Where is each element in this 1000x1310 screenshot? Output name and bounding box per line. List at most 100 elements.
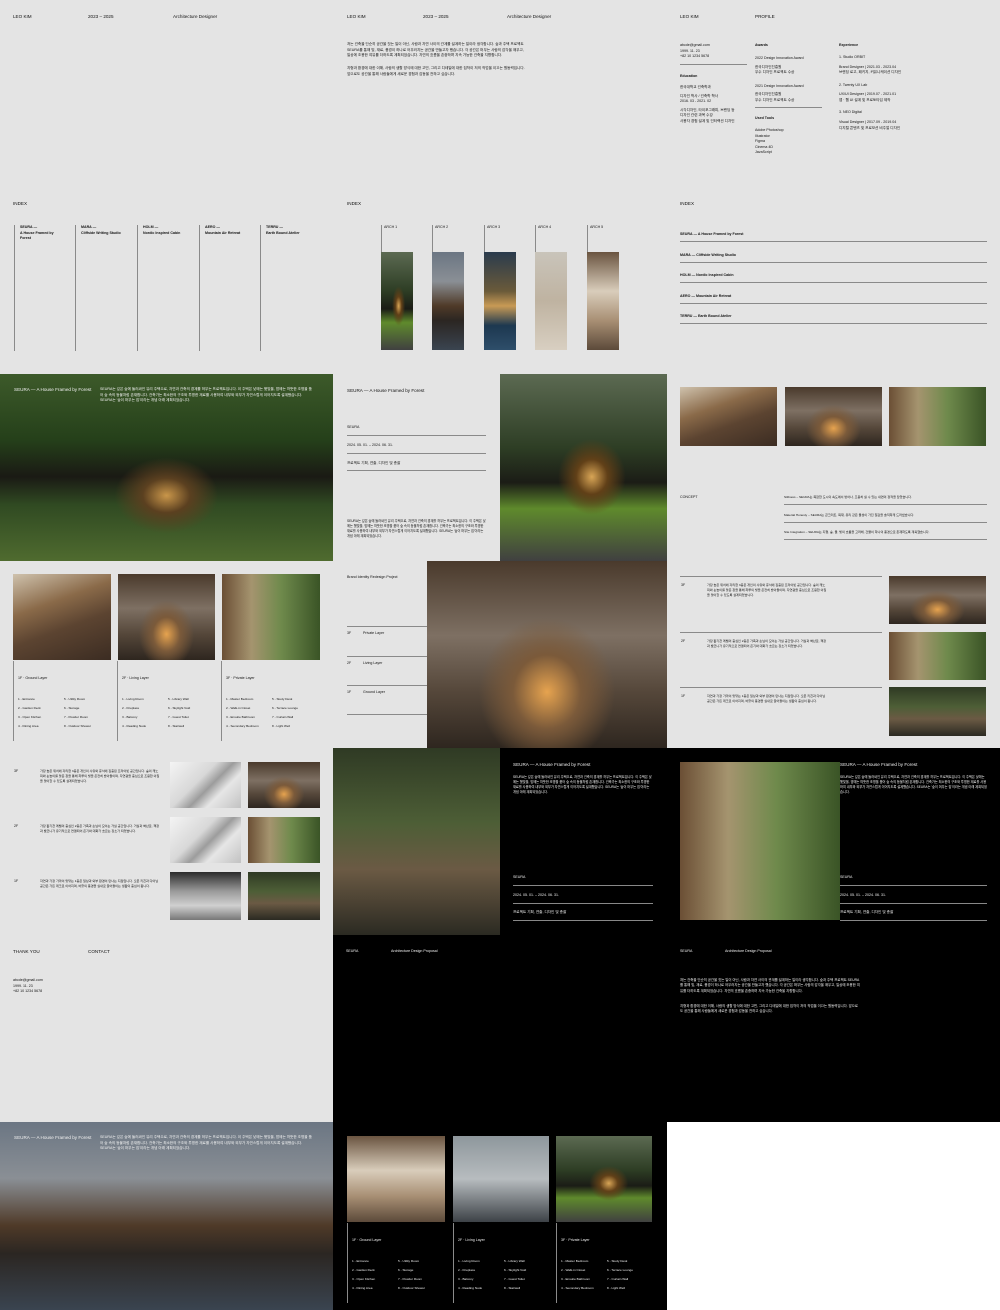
arch-thumbnail[interactable] [432,252,464,350]
index-list-item[interactable]: HOLM — Nordic Inspired Cabin [680,273,734,279]
room-item: 5 - Library Wall [504,1259,525,1263]
designer-name: LEO KIM [13,14,32,19]
thank-you-heading: THANK YOU [13,949,40,954]
index-project-1[interactable]: MARA — Cliffside Writing Studio [81,225,126,236]
room-item: 2 - Fireplace [122,706,140,710]
arch-label: ARCH 5 [590,225,604,229]
index-list-item[interactable]: TERRU — Earth Bound Atelier [680,314,732,320]
intro-paragraph: 지형과 환경에 대한 이해, 사람의 생활 방식에 대한 고민, 그리고 디테일… [680,1004,858,1014]
floor-divider [556,1223,557,1303]
index-project-3[interactable]: AERO — Mountain Air Retreat [205,225,250,236]
fireplace-image [785,387,882,446]
desk-image [248,872,320,920]
concept-divider [784,521,987,523]
layer-row-2[interactable]: 1F Ground Layer [347,690,427,696]
award-desc: 우수 디자인 프로젝트 수상 [755,97,795,102]
project-title: SEURA — A House Framed by Forest [347,388,425,393]
layer-name: Private Layer [363,631,385,635]
floor-label: 3F · Private Layer [561,1238,590,1242]
index-divider [137,225,138,351]
room-item: 8 - Light Well [607,1286,625,1290]
project-title: Earth Bound Atelier [266,230,300,235]
layer-divider [347,714,427,715]
index-list-item[interactable]: SEURA — A House Framed by Forest [680,232,744,238]
index-project-4[interactable]: TERRU — Earth Bound Atelier [266,225,311,236]
index-list-item[interactable]: AERO — Mountain Air Retreat [680,294,731,300]
contact-line: abcde@gmail.com [680,43,710,47]
contact-list: abcde@gmail.com 1999. 11. 23 +82 10 1234 5… [13,978,43,995]
room-item: 3 - Open Kitchen [18,715,42,719]
dining-glass-image [680,762,840,920]
layer-row-0[interactable]: 3F Private Layer [347,631,427,637]
room-item: 4 - Reading Nook [122,724,147,728]
index-list-item[interactable]: MARA — Cliffside Writing Studio [680,253,736,259]
room-item: 3 - Ensuite Bathroom [226,715,256,719]
intro-slide: LEO KIM 2023 – 2025 Architecture Designe… [333,0,667,187]
room-item: 2 - Fireplace [458,1268,476,1272]
room-item: 4 - Dining Area [18,724,39,728]
profile-title: PROFILE [755,14,775,19]
arch-thumbnail[interactable] [535,252,567,350]
arch-label: ARCH 4 [538,225,552,229]
arch-thumbnail[interactable] [381,252,413,350]
room-item: 6 - Terrace Lounge [272,706,298,710]
index-project-2[interactable]: HOLM — Nordic Inspired Cabin [143,225,188,236]
room-item: 5 - Utility Room [398,1259,420,1263]
project-title: SEURA — A House Framed by Forest [840,762,918,767]
experience-company: 1. Studio ORBIT [839,55,866,59]
layers-slide: Brand Identity Redesign Project 3F Privat… [333,561,667,748]
project-title: SEURA — A House Framed by Forest [513,762,591,767]
project-title: Mountain Air Retreat [205,230,241,235]
layer-name: Ground Layer [363,690,385,694]
education-line: 사용자 경험 설계 및 인터랙션 디자인 [680,118,735,123]
floor-plan-slide: 1F · Ground Layer 1 - Entrance 2 - Garden … [0,561,333,748]
room-item: 6 - Skylight Void [504,1268,527,1272]
arch-thumbnail[interactable] [587,252,619,350]
glass-house-image [500,374,667,561]
detail-text: 가장 활기찬 레벨의 중심인 2층은 가족과 손님이 모이는 거실 공간입니다.… [40,824,160,833]
layer-floor: 2F [347,660,352,665]
layer-row-1[interactable]: 2F Living Layer [347,661,427,667]
index-list-divider [680,261,987,263]
experience-list: 1. Studio ORBIT Brand Designer | 2021.03 … [839,55,949,131]
shadow-image [170,762,241,808]
proposal-title: Architecture Design Proposal [725,949,772,953]
floor-details-slide: 3F 가장 높은 위치에 자리한 3층은 개인의 사유와 휴식에 집중된 프라이빗… [667,561,1000,748]
panel-title: Brand Identity Redesign Project [347,575,398,579]
index-label: INDEX [13,201,28,206]
index-divider [75,225,76,351]
experience-desc: 브랜딩 로고, 패키지, 커뮤니케이션 디자인 [839,70,902,75]
concept-item: Site Integration – SEURA는 지형, 숲, 물, 빛의 흐… [784,530,930,534]
arch-thumbnail[interactable] [484,252,516,350]
concept-item: Stillness – SEURA는 복잡한 도시의 속도에서 벗어나, 조용히… [784,495,912,499]
concept-label: CONCEPT [680,495,698,499]
detail-text: 자연과 가장 가까이 맞닿는 1층은 일상과 외부 환경이 만나는 지점입니다.… [40,879,159,888]
index-divider [199,225,200,351]
detail-divider [680,576,882,577]
room-item: 1 - Living Room [122,697,144,701]
floor-label: 1F · Ground Layer [352,1238,382,1242]
private-floor-image [222,574,320,660]
room-item: 4 - Dining Area [352,1286,373,1290]
floor-divider [347,1223,348,1303]
proposal-code: SEURA [346,949,359,953]
award-name: 2021 Design Innovation Award [755,83,804,88]
intro-paragraph: 저는 건축을 단순히 공간을 짓는 일이 아닌, 사람과 자연 사이의 관계를 … [680,978,860,993]
project-title: Cliffside Writing Studio [81,230,121,235]
project-name: SEURA [347,425,360,429]
floor-divider [221,661,222,741]
room-item: 2 - Garden Deck [18,706,41,710]
fireplace-image [248,762,320,808]
index-project-0[interactable]: SEURA — A House Framed by Forest [20,225,65,242]
room-item: 6 - Skylight Void [168,706,191,710]
index-list-divider [680,241,987,242]
desk-window-image [333,748,500,935]
room-item: 1 - Living Room [458,1259,480,1263]
experience-desc: 앱 · 웹 UI 설계 및 프로토타입 제작 [839,97,891,102]
layer-floor: 3F [347,631,352,635]
project-scope: 프로젝트 기획, 연출, 디자인 및 총괄 [840,910,894,914]
layer-divider [347,685,427,686]
index-label: INDEX [680,201,695,206]
seura-exterior-slide: SEURA — A House Framed by Forest SEURA는 … [0,1122,333,1310]
floor-divider [453,1223,454,1303]
